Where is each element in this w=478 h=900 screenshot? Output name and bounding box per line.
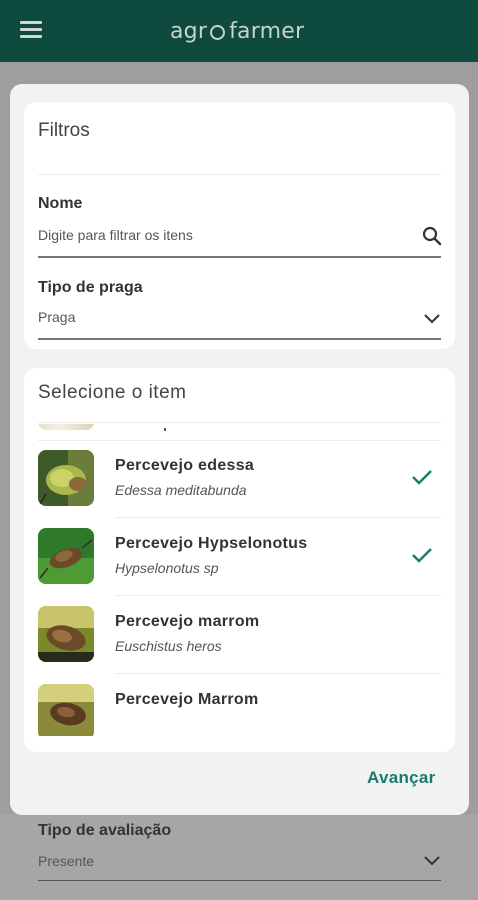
pest-type-select[interactable]: Praga bbox=[38, 309, 75, 325]
chevron-down-icon bbox=[424, 856, 440, 866]
items-title: Selecione o item bbox=[38, 382, 187, 403]
next-button[interactable]: Avançar bbox=[367, 768, 436, 788]
item-thumbnail bbox=[38, 606, 94, 662]
item-thumbnail bbox=[38, 424, 94, 430]
filter-modal: Filtros Nome Tipo de praga Praga Selecio… bbox=[10, 84, 469, 815]
item-scientific-name: Euschistus heros bbox=[115, 638, 222, 654]
hamburger-menu-icon[interactable] bbox=[20, 21, 42, 39]
list-item[interactable]: Percevejo Marrom bbox=[24, 674, 455, 736]
divider bbox=[38, 422, 441, 423]
list-item[interactable]: Percevejo edessa Edessa meditabunda bbox=[24, 440, 455, 518]
items-card: Selecione o item Percevejo edessa Edessa… bbox=[24, 368, 455, 752]
evaluation-type-label: Tipo de avaliação bbox=[38, 822, 172, 839]
divider bbox=[38, 174, 441, 175]
search-input[interactable] bbox=[38, 224, 408, 246]
app-bar: agr farmer bbox=[0, 0, 478, 62]
logo-dot-icon bbox=[210, 24, 226, 40]
item-thumbnail bbox=[38, 684, 94, 736]
item-list[interactable]: Percevejo edessa Edessa meditabunda Perc… bbox=[24, 424, 455, 736]
logo-text-left: agr bbox=[170, 18, 208, 44]
item-name: Percevejo edessa bbox=[115, 457, 255, 474]
item-scientific-name: Hypselonotus sp bbox=[115, 560, 219, 576]
chevron-down-icon[interactable] bbox=[423, 313, 441, 325]
item-thumbnail bbox=[38, 528, 94, 584]
item-thumbnail bbox=[38, 450, 94, 506]
list-item[interactable]: Percevejo Hypselonotus Hypselonotus sp bbox=[24, 518, 455, 596]
item-name: Percevejo marrom bbox=[115, 613, 260, 630]
filters-title: Filtros bbox=[38, 120, 90, 141]
name-label: Nome bbox=[38, 195, 83, 212]
item-scientific-name: Edessa meditabunda bbox=[115, 482, 247, 498]
filters-card: Filtros Nome Tipo de praga Praga bbox=[24, 102, 455, 349]
pest-type-underline bbox=[38, 338, 441, 340]
check-icon bbox=[412, 470, 432, 485]
list-item[interactable]: Percevejo marrom Euschistus heros bbox=[24, 596, 455, 674]
search-underline bbox=[38, 256, 441, 258]
check-icon bbox=[412, 548, 432, 563]
evaluation-type-underline bbox=[38, 880, 441, 881]
app-logo: agr farmer bbox=[170, 16, 304, 46]
pest-type-label: Tipo de praga bbox=[38, 279, 143, 296]
logo-text-right: farmer bbox=[229, 18, 305, 44]
item-name: Percevejo Hypselonotus bbox=[115, 535, 308, 552]
item-name: Percevejo Marrom bbox=[115, 691, 259, 708]
list-item-partial bbox=[164, 428, 166, 431]
search-icon[interactable] bbox=[422, 226, 442, 246]
evaluation-type-value: Presente bbox=[38, 853, 95, 869]
